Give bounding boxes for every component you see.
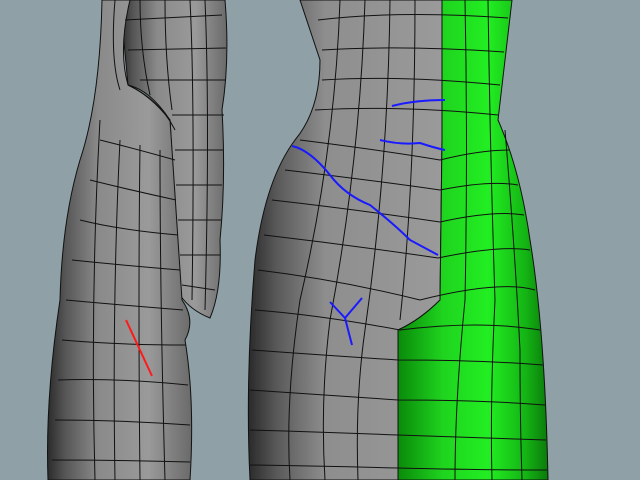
viewport-canvas[interactable] xyxy=(0,0,640,480)
3d-viewport[interactable] xyxy=(0,0,640,480)
